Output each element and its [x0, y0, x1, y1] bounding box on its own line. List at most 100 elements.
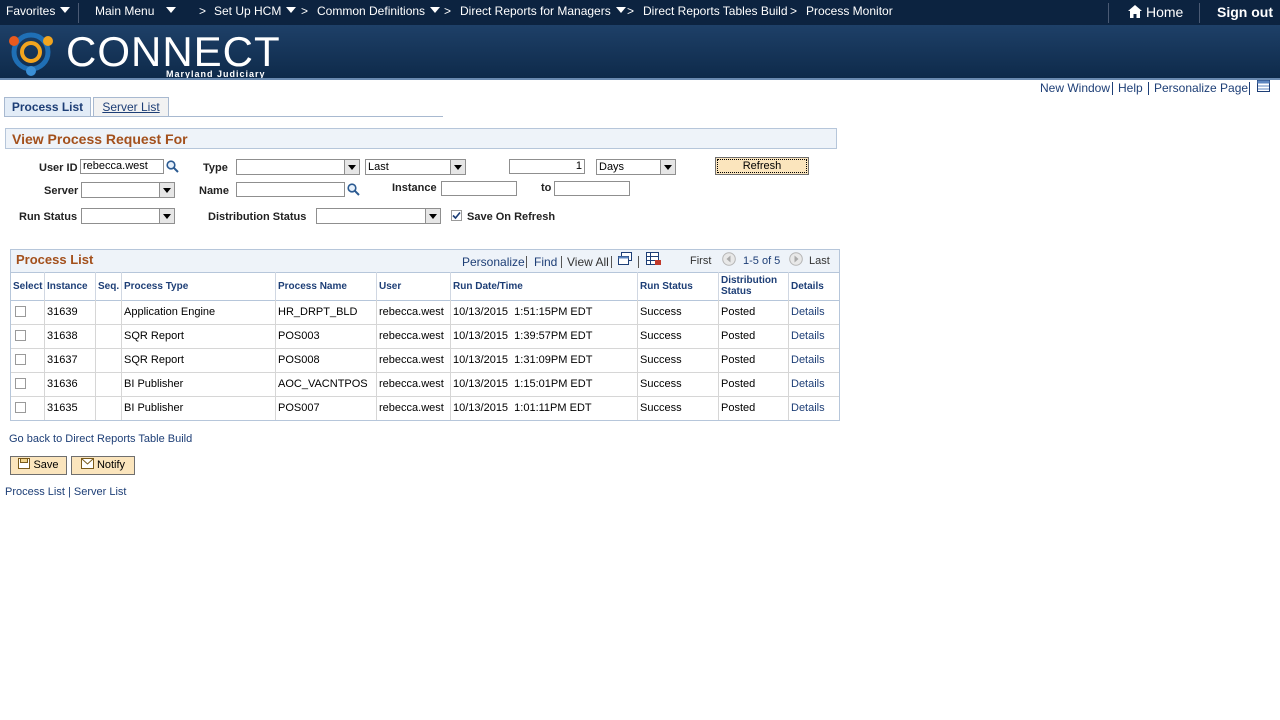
name-label: Name [199, 185, 229, 197]
run-status-cell: Success [638, 396, 719, 420]
bottom-server-list-link[interactable]: Server List [74, 486, 127, 498]
home-link[interactable]: Home [1128, 4, 1183, 20]
details-link[interactable]: Details [789, 372, 839, 396]
next-arrow-icon[interactable] [789, 252, 803, 266]
details-link[interactable]: Details [789, 324, 839, 348]
name-lookup-icon[interactable] [347, 183, 360, 196]
server-select[interactable] [81, 182, 175, 198]
view-all-link[interactable]: View All [567, 255, 609, 269]
breadcrumb-separator-icon: > [301, 4, 309, 18]
user-id-lookup-icon[interactable] [166, 160, 179, 173]
instance-from-input[interactable] [441, 181, 517, 196]
help-link[interactable]: Help [1118, 81, 1143, 95]
user-cell: rebecca.west [377, 372, 451, 396]
run-date-cell: 10/13/2015 1:51:15PM EDT [451, 300, 638, 324]
breadcrumb-label: Common Definitions [317, 4, 426, 18]
breadcrumb-setup-hcm[interactable]: Set Up HCM [214, 4, 297, 18]
run-date-cell: 10/13/2015 1:39:57PM EDT [451, 324, 638, 348]
seq-cell [96, 396, 122, 420]
chevron-down-icon [344, 160, 359, 174]
instance-cell: 31636 [45, 372, 96, 396]
breadcrumb-separator-icon: > [199, 4, 207, 18]
sign-out-link[interactable]: Sign out [1217, 4, 1273, 20]
run-date-cell: 10/13/2015 1:01:11PM EDT [451, 396, 638, 420]
save-on-refresh-checkbox[interactable] [451, 210, 462, 221]
column-header-run-status[interactable]: Run Status [638, 272, 719, 300]
personalize-page-link[interactable]: Personalize Page [1154, 81, 1248, 95]
column-header-process-name[interactable]: Process Name [276, 272, 377, 300]
breadcrumb-label: Process Monitor [806, 4, 893, 18]
row-select-checkbox[interactable] [15, 402, 26, 413]
nav-divider [1108, 3, 1109, 23]
breadcrumb-label: Direct Reports Tables Build [643, 4, 788, 18]
row-select-checkbox[interactable] [15, 306, 26, 317]
select-cell [11, 300, 45, 324]
column-header-run-date[interactable]: Run Date/Time [451, 272, 638, 300]
details-link[interactable]: Details [789, 396, 839, 420]
last-select[interactable]: Last [365, 159, 466, 175]
instance-to-input[interactable] [554, 181, 630, 196]
page-layout-icon[interactable] [1257, 80, 1270, 92]
column-header-user[interactable]: User [377, 272, 451, 300]
select-cell [11, 324, 45, 348]
chevron-down-icon [660, 160, 675, 174]
previous-arrow-icon[interactable] [722, 252, 736, 266]
row-select-checkbox[interactable] [15, 354, 26, 365]
process-name-cell: POS007 [276, 396, 377, 420]
chevron-down-icon [286, 7, 297, 13]
save-button[interactable]: Save [10, 456, 67, 475]
distribution-status-label: Distribution Status [208, 211, 307, 223]
link-divider [561, 256, 562, 268]
nav-divider [78, 3, 79, 23]
name-input[interactable] [236, 182, 345, 197]
distribution-status-cell: Posted [719, 396, 789, 420]
download-excel-icon[interactable] [646, 252, 662, 266]
user-id-label: User ID [39, 162, 78, 174]
notify-button[interactable]: Notify [71, 456, 135, 475]
type-select[interactable] [236, 159, 360, 175]
breadcrumb-direct-reports-tables-build[interactable]: Direct Reports Tables Build [643, 4, 788, 18]
count-input[interactable] [509, 159, 585, 174]
first-label: First [690, 255, 712, 267]
refresh-button[interactable]: Refresh [715, 157, 809, 175]
details-link[interactable]: Details [789, 348, 839, 372]
distribution-status-select[interactable] [316, 208, 441, 224]
go-back-link[interactable]: Go back to Direct Reports Table Build [9, 433, 192, 445]
days-select[interactable]: Days [596, 159, 676, 175]
process-name-cell: AOC_VACNTPOS [276, 372, 377, 396]
details-link[interactable]: Details [789, 300, 839, 324]
chevron-down-icon [450, 160, 465, 174]
type-label: Type [203, 162, 228, 174]
instance-cell: 31637 [45, 348, 96, 372]
days-select-value: Days [599, 161, 625, 173]
breadcrumb-direct-reports-managers[interactable]: Direct Reports for Managers [460, 4, 626, 18]
new-window-link[interactable]: New Window [1040, 81, 1110, 95]
tab-server-list[interactable]: Server List [93, 97, 169, 116]
column-header-distribution-status[interactable]: Distribution Status [719, 272, 789, 300]
bottom-process-list-link[interactable]: Process List [5, 486, 65, 498]
distribution-status-cell: Posted [719, 348, 789, 372]
zoom-grid-icon[interactable] [618, 252, 632, 265]
run-status-select[interactable] [81, 208, 175, 224]
find-link[interactable]: Find [534, 255, 557, 269]
column-header-seq[interactable]: Seq. [96, 272, 122, 300]
user-id-input[interactable] [80, 159, 164, 174]
favorites-menu[interactable]: Favorites [6, 4, 71, 18]
column-header-instance[interactable]: Instance [45, 272, 96, 300]
instance-label: Instance [392, 182, 437, 194]
breadcrumb-common-definitions[interactable]: Common Definitions [317, 4, 441, 18]
bottom-links: Process List | Server List [5, 486, 126, 498]
tab-label: Server List [102, 100, 160, 114]
column-header-process-type[interactable]: Process Type [122, 272, 276, 300]
personalize-link[interactable]: Personalize [462, 255, 525, 269]
process-type-cell: SQR Report [122, 348, 276, 372]
breadcrumb-process-monitor[interactable]: Process Monitor [806, 4, 893, 18]
tab-process-list[interactable]: Process List [4, 97, 91, 116]
main-menu[interactable]: Main Menu [95, 4, 177, 18]
row-select-checkbox[interactable] [15, 330, 26, 341]
bottom-link-separator: | [67, 486, 71, 498]
chevron-down-icon [166, 7, 177, 13]
seq-cell [96, 348, 122, 372]
row-select-checkbox[interactable] [15, 378, 26, 389]
notify-icon [80, 458, 94, 469]
